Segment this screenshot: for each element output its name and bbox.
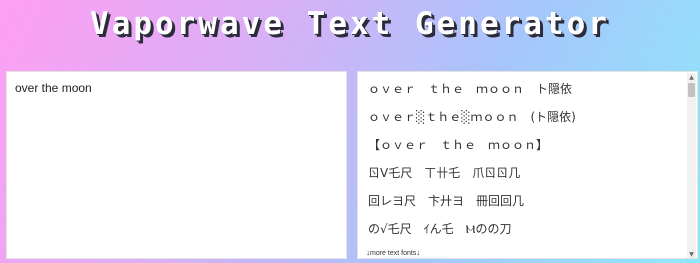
output-line[interactable]: 【ｏｖｅｒ ｔｈｅ ｍｏｏｎ】 [368,136,686,164]
text-input-area[interactable]: over the moon [6,71,347,259]
more-text-fonts-label: more text fonts [370,250,417,257]
more-text-fonts-link[interactable]: ↓more text fonts↓ [366,248,420,257]
triangle-up-icon[interactable]: ▲ [687,73,696,82]
output-line[interactable]: ｏｖｅｒ ｔｈｅ ｍｏｏｎ ト隠依 [368,80,686,108]
output-list: ｏｖｅｒ ｔｈｅ ｍｏｏｎ ト隠依 ｏｖｅｒ░ｔｈｅ░ｍｏｏｎ (ト隠依) 【ｏ… [368,80,686,248]
scroll-thumb[interactable] [688,83,695,97]
output-line[interactable]: ｏｖｅｒ░ｔｈｅ░ｍｏｏｎ (ト隠依) [368,108,686,136]
output-line[interactable]: 回レヨ尺 卞廾ヨ 冊回回几 [368,192,686,220]
output-panel[interactable]: ｏｖｅｒ ｔｈｅ ｍｏｏｎ ト隠依 ｏｖｅｒ░ｔｈｅ░ｍｏｏｎ (ト隠依) 【ｏ… [357,71,698,259]
triangle-down-icon[interactable]: ▼ [687,250,696,258]
output-line[interactable]: の√乇尺 ｲん乇 Ⲙのの刀 [368,220,686,248]
page-title: Vaporwave Text Generator [90,6,610,42]
output-line[interactable]: ㄖV乇尺 ㄒ卄乇 爪ㄖㄖ几 [368,164,686,192]
scrollbar[interactable]: ▲ ▼ [687,73,696,258]
arrow-down-icon: ↓ [416,248,421,257]
input-text[interactable]: over the moon [15,81,92,95]
